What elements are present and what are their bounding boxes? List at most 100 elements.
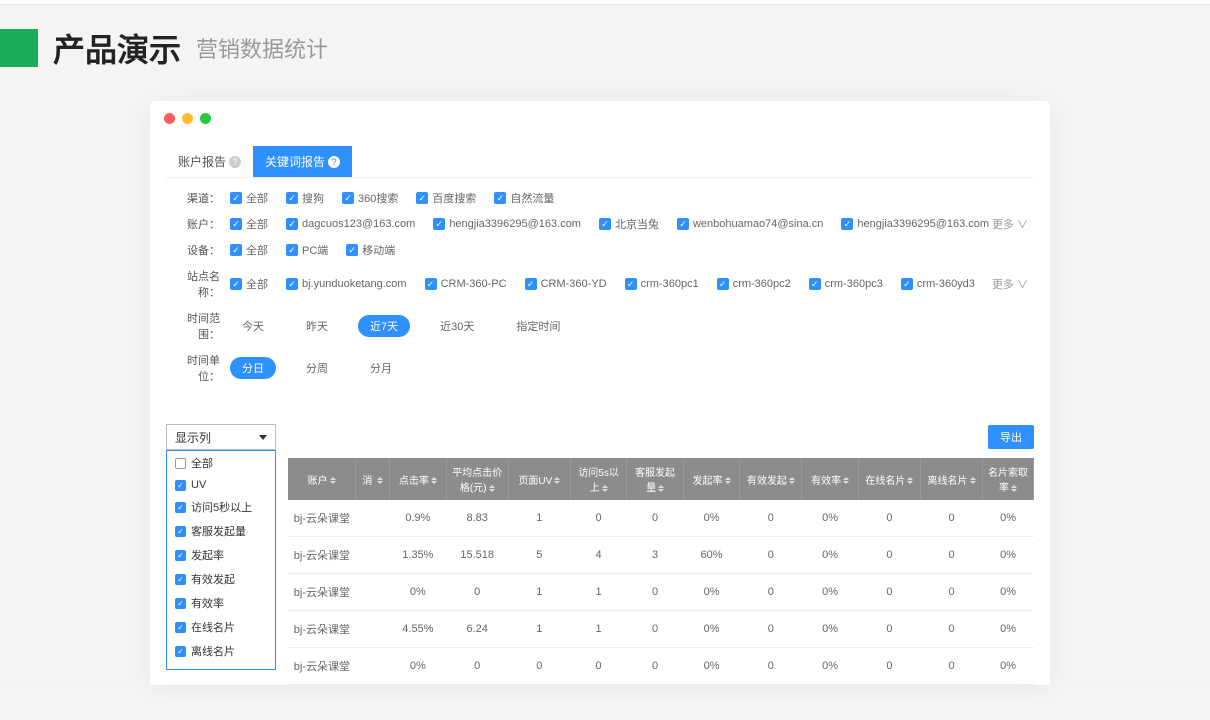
table-cell: 0% bbox=[683, 648, 739, 685]
more-sites[interactable]: 更多 ∨ bbox=[992, 276, 1034, 292]
column-header[interactable]: 平均点击价格(元) bbox=[446, 458, 508, 500]
sort-icon[interactable] bbox=[489, 485, 495, 492]
checkbox-icon bbox=[425, 278, 437, 290]
dropdown-item[interactable]: 有效率 bbox=[167, 591, 275, 615]
filter-checkbox[interactable]: 全部 bbox=[230, 242, 268, 258]
filter-checkbox[interactable]: dagcuos123@163.com bbox=[286, 218, 415, 230]
table-cell: 0 bbox=[627, 574, 683, 611]
filter-checkbox[interactable]: CRM-360-PC bbox=[425, 278, 507, 290]
sort-icon[interactable] bbox=[725, 477, 731, 484]
table-cell: 0 bbox=[508, 648, 570, 685]
dropdown-item[interactable]: 全部 bbox=[167, 451, 275, 475]
range-pill[interactable]: 今天 bbox=[230, 315, 276, 337]
column-header[interactable]: 名片索取率 bbox=[983, 458, 1034, 500]
sort-icon[interactable] bbox=[554, 477, 560, 484]
filter-checkbox[interactable]: 自然流量 bbox=[494, 190, 554, 206]
range-pill[interactable]: 指定时间 bbox=[504, 315, 572, 337]
filter-checkbox[interactable]: 全部 bbox=[230, 216, 268, 232]
filter-label-range: 时间范围： bbox=[166, 310, 230, 342]
filter-checkbox[interactable]: hengjia3396295@163.com bbox=[841, 218, 989, 230]
checkbox-icon bbox=[175, 502, 186, 513]
filter-checkbox[interactable]: crm-360pc3 bbox=[809, 278, 883, 290]
filter-checkbox[interactable]: CRM-360-YD bbox=[525, 278, 607, 290]
filter-checkbox[interactable]: bj.yunduoketang.com bbox=[286, 278, 407, 290]
checkbox-icon bbox=[230, 218, 242, 230]
minimize-icon[interactable] bbox=[182, 113, 193, 124]
column-header[interactable]: 离线名片 bbox=[920, 458, 982, 500]
export-button[interactable]: 导出 bbox=[988, 425, 1034, 449]
checkbox-icon bbox=[901, 278, 913, 290]
dropdown-item[interactable]: 名片索取率 bbox=[167, 663, 275, 670]
range-pill[interactable]: 昨天 bbox=[294, 315, 340, 337]
dropdown-item[interactable]: 发起率 bbox=[167, 543, 275, 567]
column-header[interactable]: 账户 bbox=[288, 458, 356, 500]
column-header[interactable]: 点击率 bbox=[390, 458, 446, 500]
column-select[interactable]: 显示列 bbox=[166, 424, 276, 450]
column-header[interactable]: 页面UV bbox=[508, 458, 570, 500]
table-cell: bj-云朵课堂 bbox=[288, 574, 356, 611]
filter-checkbox[interactable]: wenbohuamao74@sina.cn bbox=[677, 218, 823, 230]
help-icon[interactable]: ? bbox=[328, 156, 340, 168]
filter-checkbox[interactable]: 搜狗 bbox=[286, 190, 324, 206]
filter-checkbox[interactable]: 全部 bbox=[230, 276, 268, 292]
unit-pill[interactable]: 分周 bbox=[294, 357, 340, 379]
column-header[interactable]: 有效率 bbox=[802, 458, 858, 500]
range-pill[interactable]: 近7天 bbox=[358, 315, 410, 337]
filter-label-site: 站点名称： bbox=[166, 268, 230, 300]
column-header[interactable]: 在线名片 bbox=[858, 458, 920, 500]
table-cell: 0% bbox=[683, 611, 739, 648]
table-cell: 0 bbox=[920, 648, 982, 685]
column-header[interactable]: 发起率 bbox=[683, 458, 739, 500]
column-header[interactable]: 消 bbox=[356, 458, 390, 500]
filter-checkbox[interactable]: crm-360pc1 bbox=[625, 278, 699, 290]
filter-checkbox[interactable]: 北京当兔 bbox=[599, 216, 659, 232]
column-header[interactable]: 访问5s以上 bbox=[570, 458, 626, 500]
filter-checkbox[interactable]: 百度搜索 bbox=[416, 190, 476, 206]
checkbox-icon bbox=[717, 278, 729, 290]
filter-checkbox[interactable]: 移动端 bbox=[346, 242, 395, 258]
filter-checkbox[interactable]: crm-360yd3 bbox=[901, 278, 975, 290]
more-accounts[interactable]: 更多 ∨ bbox=[992, 216, 1034, 232]
checkbox-label: 全部 bbox=[246, 190, 268, 206]
range-pill[interactable]: 近30天 bbox=[428, 315, 486, 337]
table-cell: 0% bbox=[983, 537, 1034, 574]
dropdown-item[interactable]: UV bbox=[167, 475, 275, 495]
table-cell: 6.24 bbox=[446, 611, 508, 648]
maximize-icon[interactable] bbox=[200, 113, 211, 124]
table-cell: 0 bbox=[858, 574, 920, 611]
column-dropdown[interactable]: 全部UV访问5秒以上客服发起量发起率有效发起有效率在线名片离线名片名片索取率有效… bbox=[166, 450, 276, 670]
dropdown-item[interactable]: 离线名片 bbox=[167, 639, 275, 663]
column-header[interactable]: 客服发起量 bbox=[627, 458, 683, 500]
sort-icon[interactable] bbox=[843, 477, 849, 484]
sort-icon[interactable] bbox=[330, 477, 336, 484]
column-header[interactable]: 有效发起 bbox=[740, 458, 802, 500]
filter-checkbox[interactable]: PC端 bbox=[286, 242, 328, 258]
sort-icon[interactable] bbox=[907, 477, 913, 484]
table-cell bbox=[356, 574, 390, 611]
sort-icon[interactable] bbox=[970, 477, 976, 484]
help-icon[interactable]: ? bbox=[229, 156, 241, 168]
filter-checkbox[interactable]: hengjia3396295@163.com bbox=[433, 218, 581, 230]
dropdown-item[interactable]: 有效发起 bbox=[167, 567, 275, 591]
dropdown-item[interactable]: 在线名片 bbox=[167, 615, 275, 639]
table-cell: 0% bbox=[683, 574, 739, 611]
dropdown-label: 访问5秒以上 bbox=[191, 499, 252, 515]
filter-checkbox[interactable]: crm-360pc2 bbox=[717, 278, 791, 290]
tab-account-report[interactable]: 账户报告 ? bbox=[166, 146, 253, 177]
dropdown-item[interactable]: 访问5秒以上 bbox=[167, 495, 275, 519]
tab-keyword-report[interactable]: 关键词报告 ? bbox=[253, 146, 352, 177]
unit-pill[interactable]: 分月 bbox=[358, 357, 404, 379]
unit-pill[interactable]: 分日 bbox=[230, 357, 276, 379]
sort-icon[interactable] bbox=[1011, 485, 1017, 492]
filter-checkbox[interactable]: 360搜索 bbox=[342, 190, 398, 206]
sort-icon[interactable] bbox=[377, 477, 383, 484]
filter-checkbox[interactable]: 全部 bbox=[230, 190, 268, 206]
dropdown-label: 离线名片 bbox=[191, 643, 235, 659]
sort-icon[interactable] bbox=[789, 477, 795, 484]
window-controls bbox=[150, 101, 1050, 136]
sort-icon[interactable] bbox=[431, 477, 437, 484]
sort-icon[interactable] bbox=[658, 485, 664, 492]
sort-icon[interactable] bbox=[602, 485, 608, 492]
close-icon[interactable] bbox=[164, 113, 175, 124]
dropdown-item[interactable]: 客服发起量 bbox=[167, 519, 275, 543]
